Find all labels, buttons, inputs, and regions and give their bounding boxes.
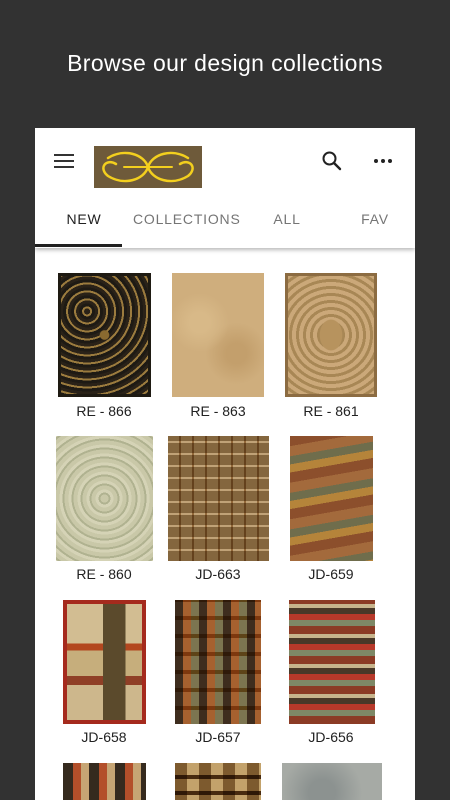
design-code: JD-658 <box>81 729 127 745</box>
rug-image <box>290 436 373 561</box>
design-card[interactable] <box>282 763 382 800</box>
brand-logo[interactable] <box>94 146 202 188</box>
ornamental-swirl-logo-icon <box>102 151 194 183</box>
design-card[interactable] <box>285 273 377 397</box>
tab-fav[interactable]: FAV <box>335 198 415 248</box>
design-code: RE - 860 <box>76 566 132 582</box>
design-card[interactable] <box>168 436 269 561</box>
menu-bar-middle <box>54 160 74 162</box>
tab-new[interactable]: NEW <box>35 198 133 248</box>
design-code: JD-663 <box>195 566 241 582</box>
design-card[interactable] <box>290 436 373 561</box>
tab-bar: NEW COLLECTIONS ALL FAV <box>35 198 415 248</box>
design-card[interactable] <box>175 763 261 800</box>
hamburger-menu-icon[interactable] <box>54 154 74 168</box>
rug-image <box>168 436 269 561</box>
design-card[interactable] <box>63 600 146 724</box>
design-card[interactable] <box>56 436 153 561</box>
design-code: JD-656 <box>308 729 354 745</box>
rug-image <box>56 436 153 561</box>
rug-image <box>63 600 146 724</box>
rug-image <box>63 763 146 800</box>
design-code: RE - 863 <box>190 403 246 419</box>
menu-bar-bottom <box>54 166 74 168</box>
rug-image <box>289 600 375 724</box>
active-tab-indicator <box>35 244 122 247</box>
rug-image <box>172 273 264 397</box>
app-bar: NEW COLLECTIONS ALL FAV <box>35 128 415 248</box>
design-grid: RE - 866 RE - 863 RE - 861 RE - 860 JD-6… <box>35 248 415 800</box>
design-card[interactable] <box>63 763 146 800</box>
rug-image <box>175 600 261 724</box>
rug-image <box>282 763 382 800</box>
promo-headline: Browse our design collections <box>67 50 383 76</box>
tab-collections[interactable]: COLLECTIONS <box>133 198 240 248</box>
design-card[interactable] <box>172 273 264 397</box>
design-card[interactable] <box>289 600 375 724</box>
design-card[interactable] <box>175 600 261 724</box>
design-code: JD-657 <box>195 729 241 745</box>
more-horizontal-icon[interactable] <box>372 150 394 172</box>
design-card[interactable] <box>58 273 151 397</box>
rug-image <box>285 273 377 397</box>
app-screen: NEW COLLECTIONS ALL FAV RE - 866 RE - 86… <box>35 128 415 800</box>
design-code: JD-659 <box>308 566 354 582</box>
design-code: RE - 866 <box>76 403 132 419</box>
rug-image <box>175 763 261 800</box>
menu-bar-top <box>54 154 74 156</box>
rug-image <box>58 273 151 397</box>
design-code: RE - 861 <box>303 403 359 419</box>
search-icon[interactable] <box>321 150 343 172</box>
tab-all[interactable]: ALL <box>239 198 335 248</box>
